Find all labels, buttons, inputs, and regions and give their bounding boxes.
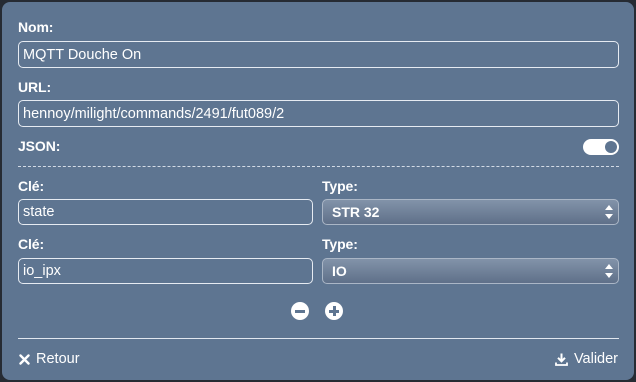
edit-panel: Nom: URL: JSON: Clé: Type: STR 32 Clé: T… (2, 2, 634, 380)
url-input[interactable] (18, 100, 619, 127)
close-icon (19, 353, 30, 365)
key-label: Clé: (18, 178, 45, 194)
type-label: Type: (322, 178, 358, 194)
minus-circle-icon[interactable] (291, 302, 309, 320)
back-button[interactable]: Retour (19, 348, 80, 370)
nom-input[interactable] (18, 41, 619, 68)
url-label: URL: (18, 79, 52, 95)
footer-divider (18, 338, 619, 339)
submit-button[interactable]: Valider (555, 348, 618, 370)
type-select-value: STR 32 (332, 204, 380, 220)
json-label: JSON: (18, 138, 61, 154)
type-select[interactable]: STR 32 (322, 199, 619, 225)
section-divider (18, 166, 619, 167)
key-input[interactable] (18, 199, 313, 225)
plus-circle-icon[interactable] (325, 302, 343, 320)
submit-label: Valider (573, 351, 618, 367)
select-arrows-icon (605, 264, 613, 278)
key-label: Clé: (18, 236, 45, 252)
back-label: Retour (36, 351, 80, 367)
toggle-knob (605, 141, 617, 153)
type-label: Type: (322, 236, 358, 252)
nom-label: Nom: (18, 19, 54, 35)
type-select-value: IO (332, 263, 347, 279)
json-toggle[interactable] (583, 139, 619, 155)
select-arrows-icon (605, 205, 613, 219)
key-input[interactable] (18, 258, 313, 284)
download-icon (555, 353, 568, 366)
type-select[interactable]: IO (322, 258, 619, 284)
